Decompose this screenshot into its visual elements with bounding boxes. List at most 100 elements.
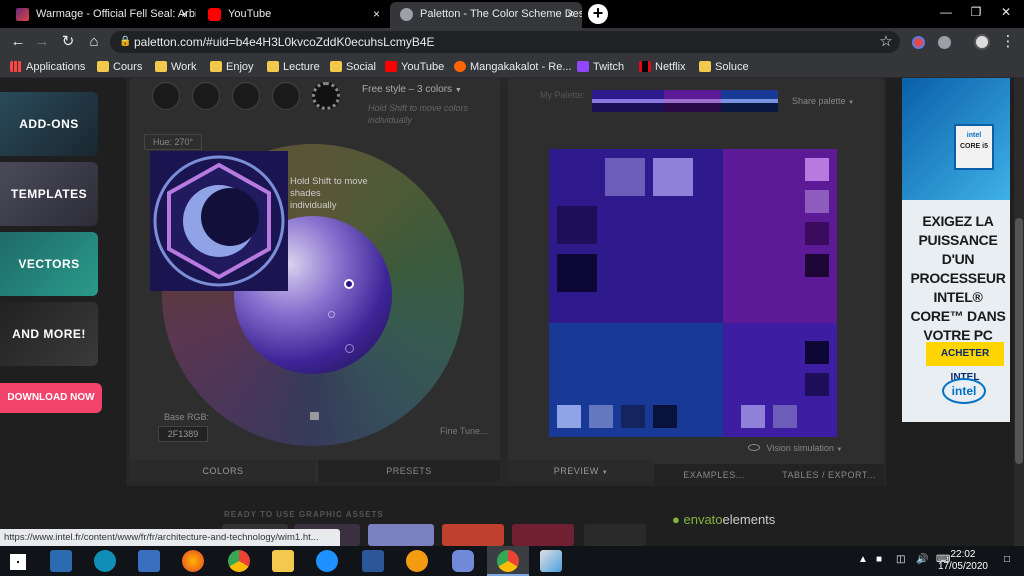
- fine-tune-link[interactable]: Fine Tune...: [440, 426, 488, 436]
- tab-colors[interactable]: COLORS: [130, 460, 316, 482]
- extension-icon[interactable]: [912, 36, 925, 49]
- bookmark-work[interactable]: Work: [155, 59, 196, 75]
- envato-wordmark: envato: [683, 512, 723, 527]
- asset-thumbnail[interactable]: [368, 524, 434, 546]
- bookmark-soluce[interactable]: Soluce: [699, 59, 749, 75]
- bookmark-star-icon[interactable]: ☆: [876, 32, 896, 52]
- close-tab-icon[interactable]: ×: [181, 2, 188, 26]
- taskbar-app-icon[interactable]: [138, 550, 160, 572]
- restore-button[interactable]: ❐: [962, 2, 990, 22]
- bookmark-label: Lecture: [283, 61, 320, 73]
- tab-tables-export[interactable]: TABLES / EXPORT...: [774, 464, 884, 486]
- download-now-button[interactable]: DOWNLOAD NOW: [0, 383, 102, 413]
- minimize-button[interactable]: —: [932, 2, 960, 22]
- share-palette-dropdown[interactable]: Share palette ▼: [792, 96, 854, 106]
- new-tab-button[interactable]: +: [588, 4, 608, 24]
- windows-taskbar: ▲ ■ ◫ 🔊 ⌨ 22:02 17/05/2020 □: [0, 546, 1024, 576]
- menu-icon[interactable]: ⋮: [998, 32, 1018, 52]
- tab-warmage[interactable]: Warmage - Official Fell Seal: Arbi ×: [6, 2, 196, 28]
- asset-thumbnail[interactable]: [584, 524, 646, 546]
- wheel-handle[interactable]: [328, 311, 335, 318]
- ad-chip-image: intel CORE i5: [902, 78, 1010, 200]
- windows-start-icon[interactable]: [10, 554, 26, 570]
- tab-paletton[interactable]: Paletton - The Color Scheme Des ×: [390, 2, 582, 28]
- wheel-handle[interactable]: [345, 344, 354, 353]
- gear-icon[interactable]: [312, 82, 340, 110]
- profile-avatar[interactable]: [974, 34, 990, 50]
- bookmark-label: Social: [346, 61, 376, 73]
- tab-examples[interactable]: EXAMPLES...: [654, 464, 774, 486]
- chrome-active-button[interactable]: [487, 546, 529, 576]
- internet-explorer-icon[interactable]: [316, 550, 338, 572]
- shade-swatch: [557, 254, 597, 292]
- shade-swatch: [557, 405, 581, 428]
- promo-add-ons[interactable]: ADD-ONS: [0, 92, 98, 156]
- promo-vectors[interactable]: VECTORS: [0, 232, 98, 296]
- forward-button[interactable]: →: [32, 32, 52, 52]
- paint-icon[interactable]: [540, 550, 562, 572]
- bookmark-lecture[interactable]: Lecture: [267, 59, 320, 75]
- asset-thumbnail[interactable]: [512, 524, 574, 546]
- palette-strip: [592, 90, 778, 112]
- volume-icon[interactable]: 🔊: [916, 554, 928, 565]
- close-tab-icon[interactable]: ×: [373, 2, 380, 26]
- bookmark-enjoy[interactable]: Enjoy: [210, 59, 254, 75]
- reload-button[interactable]: ↻: [58, 32, 78, 52]
- intel-ad[interactable]: intel CORE i5 EXIGEZ LA PUISSANCE D'UN P…: [902, 78, 1010, 422]
- word-icon[interactable]: [362, 550, 384, 572]
- file-explorer-icon[interactable]: [272, 550, 294, 572]
- bookmark-youtube[interactable]: YouTube: [385, 59, 444, 75]
- palette-preview[interactable]: [549, 149, 837, 437]
- discord-icon[interactable]: [452, 550, 474, 572]
- adjacent-mode-icon[interactable]: [192, 82, 220, 110]
- bookmark-cours[interactable]: Cours: [97, 59, 142, 75]
- wheel-handle[interactable]: [290, 267, 298, 275]
- acheter-intel-button[interactable]: ACHETER INTEL: [926, 342, 1004, 383]
- lock-icon[interactable]: [310, 412, 319, 420]
- bookmark-mangakakalot[interactable]: Mangakakalot - Re...: [454, 59, 572, 75]
- manga-icon: [454, 61, 466, 72]
- address-bar[interactable]: 🔒 paletton.com/#uid=b4e4H3L0kvcoZddK0ecu…: [110, 31, 900, 53]
- page-scrollbar[interactable]: [1014, 78, 1024, 546]
- tab-preview[interactable]: PREVIEW ▼: [508, 460, 654, 482]
- scrollbar-thumb[interactable]: [1015, 218, 1023, 464]
- firefox-icon[interactable]: [182, 550, 204, 572]
- tray-app-icon[interactable]: ■: [876, 554, 882, 565]
- shade-swatch: [805, 190, 829, 213]
- home-button[interactable]: ⌂: [84, 32, 104, 52]
- network-icon[interactable]: ◫: [896, 554, 905, 565]
- wheel-handle[interactable]: [344, 279, 354, 289]
- chevron-down-icon: ▼: [848, 100, 855, 106]
- promo-templates[interactable]: TEMPLATES: [0, 162, 98, 226]
- system-clock[interactable]: 22:02 17/05/2020: [938, 549, 988, 573]
- extension-icon[interactable]: [938, 36, 951, 49]
- bookmark-twitch[interactable]: Twitch: [577, 59, 624, 75]
- vision-simulation-dropdown[interactable]: Vision simulation ▼: [748, 443, 842, 453]
- ad-headline: EXIGEZ LA PUISSANCE D'UN PROCESSEUR INTE…: [910, 213, 1006, 343]
- tetrad-mode-icon[interactable]: [272, 82, 300, 110]
- back-button[interactable]: ←: [8, 32, 28, 52]
- notifications-icon[interactable]: □: [1004, 554, 1010, 565]
- triad-mode-icon[interactable]: [232, 82, 260, 110]
- bookmarks-bar: Applications Cours Work Enjoy Lecture So…: [0, 56, 1024, 78]
- mode-dropdown[interactable]: Free style – 3 colors ▼: [362, 84, 462, 95]
- bookmark-applications[interactable]: Applications: [10, 59, 85, 75]
- tab-youtube[interactable]: YouTube ×: [198, 2, 388, 28]
- taskbar-app-icon[interactable]: [406, 550, 428, 572]
- asset-thumbnail[interactable]: [442, 524, 504, 546]
- taskbar-app-icon[interactable]: [50, 550, 72, 572]
- mono-mode-icon[interactable]: [152, 82, 180, 110]
- base-rgb-input[interactable]: 2F1389: [158, 426, 208, 442]
- hue-badge: Hue: 270°: [144, 134, 203, 150]
- close-tab-icon[interactable]: ×: [567, 2, 574, 26]
- tab-presets[interactable]: PRESETS: [318, 460, 500, 482]
- bookmark-social[interactable]: Social: [330, 59, 376, 75]
- tray-up-arrow-icon[interactable]: ▲: [858, 554, 868, 565]
- bookmark-netflix[interactable]: Netflix: [639, 59, 686, 75]
- my-palette-label: My Palette:: [540, 90, 586, 100]
- taskbar-app-icon[interactable]: [94, 550, 116, 572]
- close-window-button[interactable]: ✕: [992, 2, 1020, 22]
- promo-and-more[interactable]: AND MORE!: [0, 302, 98, 366]
- chrome-icon[interactable]: [228, 550, 250, 572]
- envato-elements-logo[interactable]: ● envatoelements: [672, 512, 775, 527]
